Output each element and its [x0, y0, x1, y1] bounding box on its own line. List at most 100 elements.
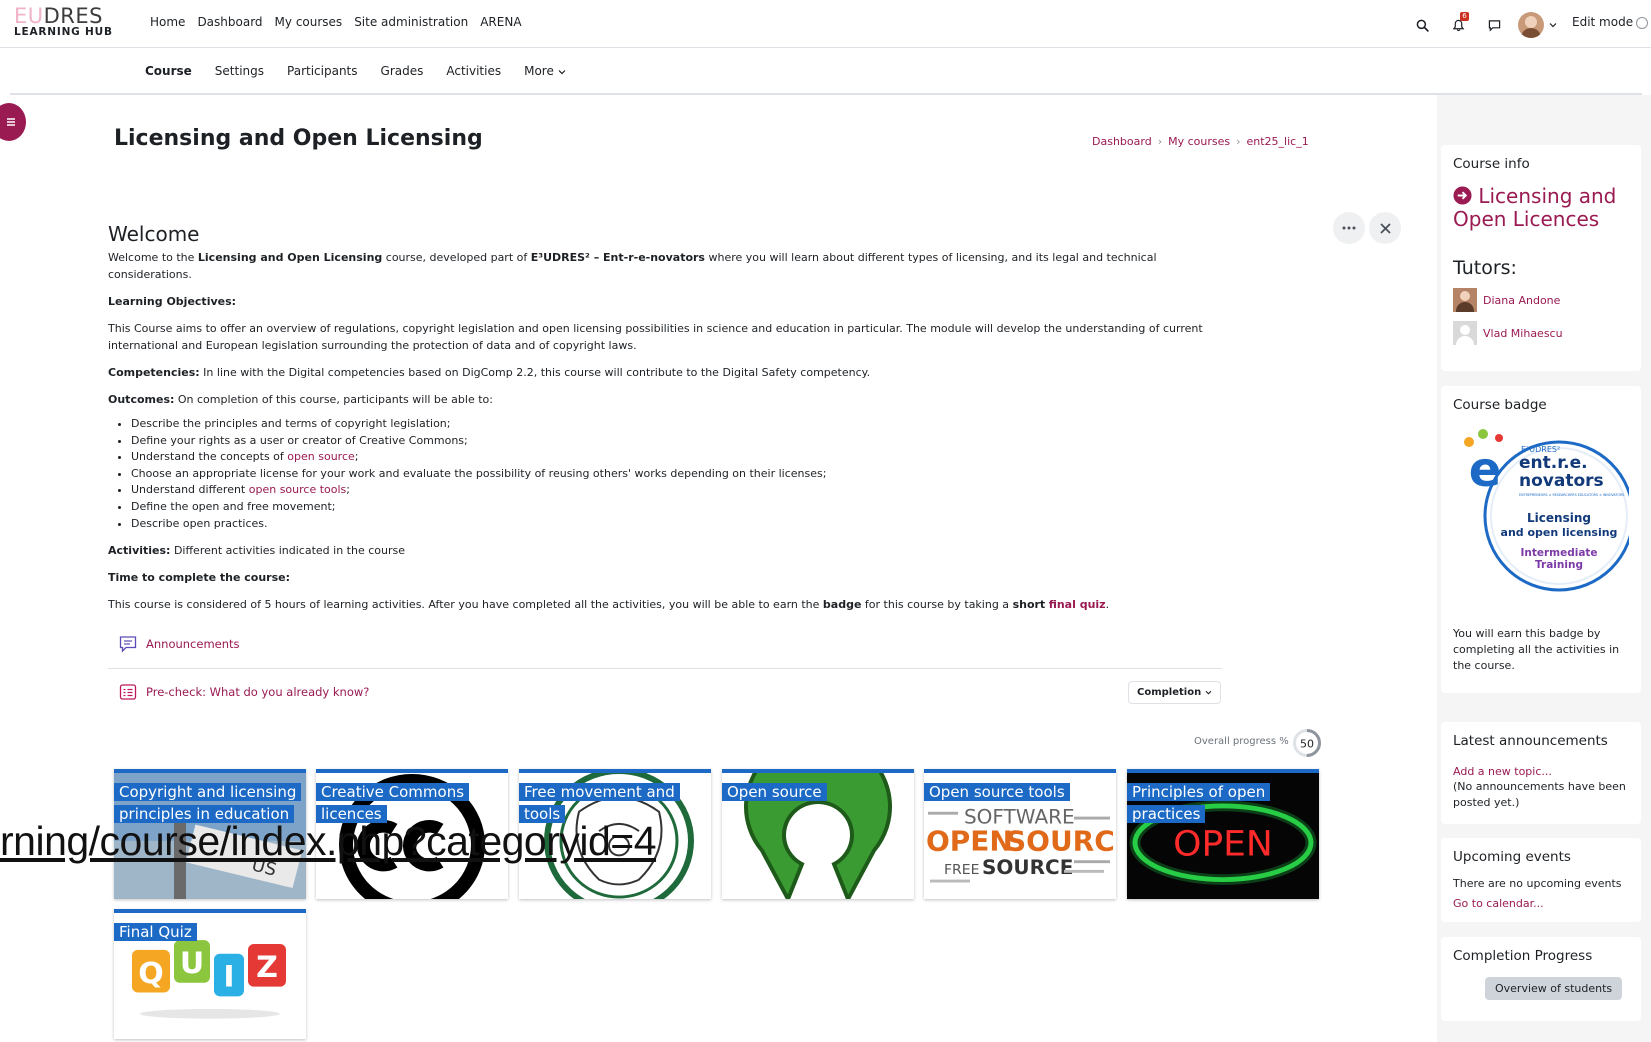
- nav-site-administration[interactable]: Site administration: [354, 15, 468, 29]
- nav-dashboard[interactable]: Dashboard: [197, 15, 262, 29]
- intro-text: Welcome to the: [108, 251, 198, 264]
- time-text-part: for this course by taking a: [861, 598, 1013, 612]
- wordcloud-word: OPEN: [926, 825, 1013, 857]
- badge-description: You will earn this badge by completing a…: [1453, 627, 1620, 672]
- nav-my-courses[interactable]: My courses: [275, 15, 343, 29]
- nav-home[interactable]: Home: [150, 15, 185, 29]
- course-badge-image[interactable]: e E³UDRES² ent.r.e. novators ENTREPRENEU…: [1453, 422, 1635, 598]
- tutors-heading: Tutors:: [1453, 257, 1517, 279]
- more-options-button[interactable]: [1333, 212, 1365, 244]
- menu-icon: [7, 118, 15, 126]
- time-text: This course is considered of 5 hours of …: [108, 596, 1228, 613]
- intro-project-name: E³UDRES² – Ent-r-e-novators: [530, 251, 705, 264]
- tab-grades[interactable]: Grades: [381, 64, 424, 78]
- toggle-switch-icon[interactable]: [1636, 16, 1649, 29]
- breadcrumb-my-courses[interactable]: My courses: [1168, 135, 1230, 148]
- breadcrumb-separator-icon: ›: [1236, 135, 1241, 148]
- course-info-block: Course info Licensing and Open Licences …: [1441, 145, 1641, 371]
- tab-more-label: More: [524, 64, 554, 78]
- course-name: Licensing and Open Licences: [1453, 184, 1617, 231]
- chevron-down-icon[interactable]: [1548, 13, 1558, 37]
- tab-more[interactable]: More: [524, 64, 566, 78]
- wordcloud-word: FREE: [944, 862, 979, 878]
- upcoming-events-block: Upcoming events There are no upcoming ev…: [1441, 838, 1641, 922]
- user-tools: 6: [1410, 12, 1558, 38]
- divider: [108, 668, 1222, 669]
- tile-title: Creative Commons licences: [316, 783, 470, 823]
- time-text-part: .: [1105, 598, 1110, 612]
- badge-brand-text: ent.r.e.: [1519, 453, 1588, 473]
- completion-label: Completion: [1137, 687, 1202, 698]
- close-button[interactable]: [1369, 212, 1401, 244]
- outcome-text: Understand the concepts of: [131, 450, 288, 464]
- badge-level-text: Intermediate: [1520, 547, 1597, 559]
- list-item: Describe open practices.: [131, 516, 1228, 533]
- pre-check-link[interactable]: Pre-check: What do you already know?: [146, 685, 369, 699]
- edit-mode-toggle[interactable]: Edit mode: [1572, 15, 1649, 29]
- primary-navigation: Home Dashboard My courses Site administr…: [150, 15, 522, 29]
- wordcloud-word: SOURCE: [982, 856, 1073, 879]
- completion-progress-block: Completion Progress Overview of students: [1441, 937, 1641, 1021]
- announcements-link[interactable]: Announcements: [146, 637, 240, 651]
- activity-pre-check[interactable]: Pre-check: What do you already know?: [118, 682, 369, 702]
- add-topic-link[interactable]: Add a new topic...: [1453, 765, 1552, 778]
- tutor-item[interactable]: Vlad Mihaescu: [1453, 321, 1629, 345]
- badge-word: badge: [822, 598, 862, 612]
- progress-ring: 50: [1293, 729, 1321, 757]
- outcome-text: Describe open practices.: [131, 516, 268, 530]
- breadcrumb-course[interactable]: ent25_lic_1: [1247, 135, 1309, 148]
- quiz-letter: U: [180, 947, 204, 980]
- open-source-link[interactable]: open source: [287, 450, 354, 463]
- tile-open-practices[interactable]: OPEN Principles of open practices: [1127, 769, 1319, 899]
- latest-announcements-block: Latest announcements Add a new topic... …: [1441, 722, 1641, 824]
- block-title: Latest announcements: [1453, 733, 1608, 749]
- tile-title: Free movement and tools: [519, 783, 680, 823]
- status-url-overlay: rning/course/index.php?categoryid=4: [0, 818, 657, 864]
- list-item: Describe the principles and terms of cop…: [131, 416, 1228, 433]
- logo-subtitle: LEARNING HUB: [14, 26, 113, 38]
- tab-course[interactable]: Course: [145, 64, 192, 78]
- outcome-text: Choose an appropriate license for your w…: [131, 466, 827, 480]
- go-to-calendar-link[interactable]: Go to calendar...: [1453, 897, 1544, 910]
- tile-open-source[interactable]: Open source: [722, 769, 914, 899]
- tutor-item[interactable]: Diana Andone: [1453, 288, 1629, 312]
- chat-icon[interactable]: [1482, 13, 1506, 37]
- close-icon: [1379, 222, 1391, 234]
- tutor-avatar: [1453, 288, 1477, 312]
- site-logo[interactable]: EUDRES LEARNING HUB: [14, 6, 114, 42]
- tab-activities[interactable]: Activities: [446, 64, 501, 78]
- block-title: Course badge: [1453, 397, 1547, 413]
- search-icon[interactable]: [1410, 13, 1434, 37]
- completion-dropdown[interactable]: Completion: [1128, 681, 1221, 704]
- outcome-text: ;: [354, 450, 359, 464]
- chevron-down-icon: [1205, 690, 1212, 695]
- final-quiz-link[interactable]: final quiz: [1049, 598, 1106, 611]
- nav-arena[interactable]: ARENA: [480, 15, 521, 29]
- bell-icon[interactable]: 6: [1446, 12, 1470, 37]
- tile-title: Copyright and licensing principles in ed…: [114, 783, 302, 823]
- list-item: Choose an appropriate license for your w…: [131, 466, 1228, 483]
- activities-label: Activities:: [108, 544, 171, 558]
- list-item: Understand different open source tools;: [131, 482, 1228, 499]
- breadcrumb-dashboard[interactable]: Dashboard: [1092, 135, 1152, 148]
- activity-announcements[interactable]: Announcements: [118, 634, 240, 654]
- logo-text-eu: EU: [14, 4, 44, 28]
- badge-title-text: Licensing: [1527, 511, 1591, 525]
- outcome-text: Understand different: [131, 483, 249, 497]
- outcome-text: Define your rights as a user or creator …: [131, 433, 468, 447]
- open-source-tools-link[interactable]: open source tools: [249, 483, 347, 496]
- course-index-drawer-toggle[interactable]: [0, 103, 26, 141]
- tutor-name-link[interactable]: Diana Andone: [1483, 294, 1560, 307]
- tile-open-source-tools[interactable]: SOFTWARE OPEN SOURCE FREE SOURCE Open so…: [924, 769, 1116, 899]
- tile-title: Final Quiz: [114, 923, 197, 941]
- overview-of-students-button[interactable]: Overview of students: [1485, 977, 1623, 1000]
- user-avatar[interactable]: [1518, 12, 1544, 38]
- tab-settings[interactable]: Settings: [215, 64, 264, 78]
- course-name-link[interactable]: Licensing and Open Licences: [1453, 185, 1629, 231]
- tile-final-quiz[interactable]: Q U I Z Final Quiz: [114, 909, 306, 1039]
- progress-value: 50: [1300, 738, 1314, 751]
- page-title: Licensing and Open Licensing: [114, 126, 483, 151]
- tab-participants[interactable]: Participants: [287, 64, 358, 78]
- tutor-name-link[interactable]: Vlad Mihaescu: [1483, 327, 1563, 340]
- list-item: Define your rights as a user or creator …: [131, 433, 1228, 450]
